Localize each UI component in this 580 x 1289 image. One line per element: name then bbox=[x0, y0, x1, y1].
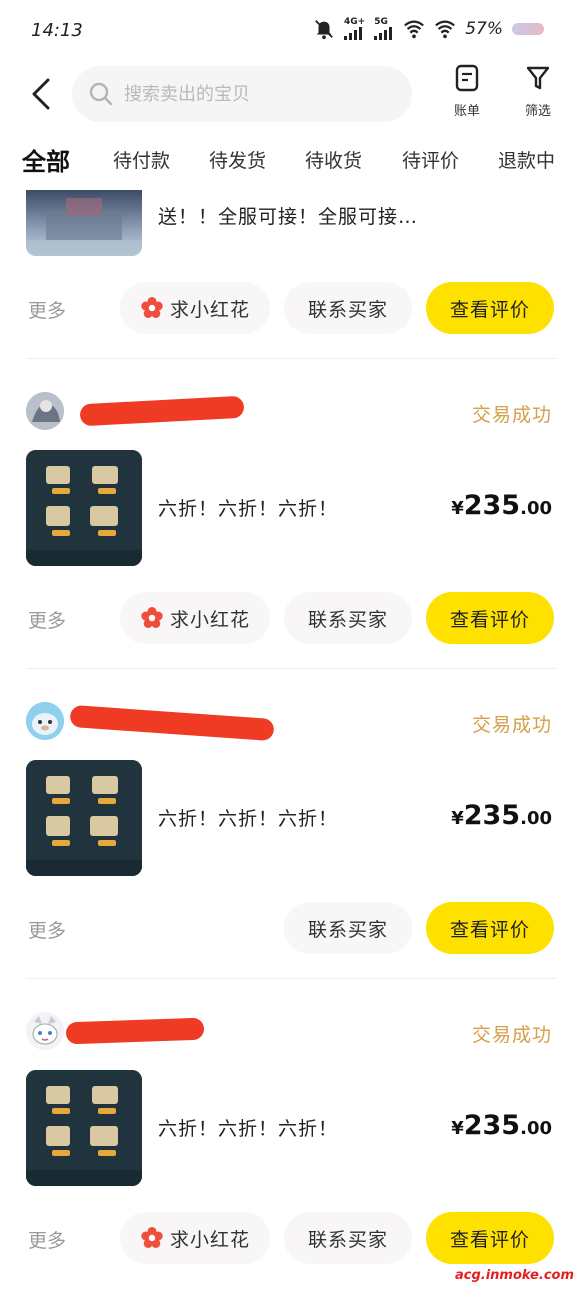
product-title[interactable]: 六折！六折！六折！ bbox=[158, 804, 338, 831]
bill-icon bbox=[455, 64, 479, 92]
product-title[interactable]: 六折！六折！六折！ bbox=[158, 1114, 338, 1141]
net-5g-label: 5G bbox=[374, 17, 388, 27]
flower-icon bbox=[141, 607, 163, 628]
signal-5g-icon: 5G bbox=[374, 18, 394, 40]
tab-pending-shipment[interactable]: 待发货 bbox=[209, 146, 266, 173]
tab-all[interactable]: 全部 bbox=[20, 142, 70, 177]
product-thumbnail[interactable] bbox=[26, 1070, 142, 1186]
contact-buyer-button[interactable]: 联系买家 bbox=[284, 282, 412, 334]
bill-label: 账单 bbox=[453, 104, 480, 119]
tab-refunding[interactable]: 退款中 bbox=[498, 146, 555, 173]
order-status: 交易成功 bbox=[471, 1024, 552, 1046]
tab-pending-receipt[interactable]: 待收货 bbox=[305, 146, 362, 173]
price-symbol: ¥ bbox=[451, 1118, 464, 1139]
redaction-mark bbox=[65, 1017, 205, 1045]
view-review-button[interactable]: 查看评价 bbox=[426, 1212, 554, 1264]
back-icon[interactable] bbox=[26, 76, 58, 112]
divider bbox=[26, 668, 556, 669]
product-title[interactable]: 六折！六折！六折！ bbox=[158, 494, 338, 521]
order-price: ¥235.00 bbox=[451, 490, 552, 521]
order-tabs: 全部 待付款 待发货 待收货 待评价 退款中 bbox=[0, 140, 580, 188]
avatar[interactable] bbox=[26, 392, 64, 430]
mute-bell-icon bbox=[315, 20, 333, 40]
contact-buyer-button[interactable]: 联系买家 bbox=[284, 592, 412, 644]
product-thumbnail[interactable] bbox=[26, 190, 142, 256]
divider bbox=[26, 358, 556, 359]
product-thumbnail[interactable] bbox=[26, 760, 142, 876]
redaction-mark bbox=[79, 395, 245, 427]
contact-buyer-button[interactable]: 联系买家 bbox=[284, 902, 412, 954]
price-decimal: .00 bbox=[520, 498, 552, 519]
product-title[interactable]: 送！！全服可接！全服可接… bbox=[158, 202, 418, 229]
search-bar[interactable] bbox=[72, 66, 412, 122]
ask-flower-label: 求小红花 bbox=[169, 1228, 250, 1251]
ask-flower-label: 求小红花 bbox=[169, 298, 250, 321]
divider bbox=[26, 978, 556, 979]
price-integer: 235 bbox=[463, 800, 521, 831]
view-review-button[interactable]: 查看评价 bbox=[426, 902, 554, 954]
more-button[interactable]: 更多 bbox=[28, 606, 66, 633]
ask-flower-label: 求小红花 bbox=[169, 608, 250, 631]
net-4g-label: 4G+ bbox=[344, 17, 366, 27]
price-symbol: ¥ bbox=[451, 498, 464, 519]
bill-button[interactable]: 账单 bbox=[442, 64, 492, 119]
order-price: ¥235.00 bbox=[451, 1110, 552, 1141]
price-integer: 235 bbox=[463, 490, 521, 521]
avatar[interactable] bbox=[26, 1012, 64, 1050]
order-status: 交易成功 bbox=[471, 714, 552, 736]
search-icon bbox=[89, 82, 113, 106]
filter-icon bbox=[526, 66, 550, 90]
ask-flower-button[interactable]: 求小红花 bbox=[120, 592, 270, 644]
wifi-icon bbox=[404, 20, 425, 39]
more-button[interactable]: 更多 bbox=[28, 296, 66, 323]
status-bar: 14:13 4G+ 5G 57% bbox=[0, 0, 580, 62]
search-input[interactable] bbox=[124, 83, 384, 105]
status-time: 14:13 bbox=[31, 20, 83, 41]
battery-icon bbox=[512, 23, 544, 35]
redaction-mark bbox=[69, 704, 275, 742]
contact-buyer-button[interactable]: 联系买家 bbox=[284, 1212, 412, 1264]
view-review-button[interactable]: 查看评价 bbox=[426, 282, 554, 334]
filter-button[interactable]: 筛选 bbox=[513, 64, 563, 119]
price-decimal: .00 bbox=[520, 1118, 552, 1139]
battery-percent: 57% bbox=[465, 19, 503, 39]
price-decimal: .00 bbox=[520, 808, 552, 829]
tab-pending-review[interactable]: 待评价 bbox=[402, 146, 459, 173]
tab-pending-payment[interactable]: 待付款 bbox=[113, 146, 170, 173]
product-thumbnail[interactable] bbox=[26, 450, 142, 566]
avatar[interactable] bbox=[26, 702, 64, 740]
price-integer: 235 bbox=[463, 1110, 521, 1141]
header: 账单 筛选 bbox=[0, 62, 580, 126]
filter-label: 筛选 bbox=[524, 104, 551, 119]
more-button[interactable]: 更多 bbox=[28, 916, 66, 943]
status-icons: 4G+ 5G 57% bbox=[313, 18, 544, 40]
ask-flower-button[interactable]: 求小红花 bbox=[120, 1212, 270, 1264]
signal-4g-icon: 4G+ bbox=[344, 18, 365, 40]
order-status: 交易成功 bbox=[471, 404, 552, 426]
more-button[interactable]: 更多 bbox=[28, 1226, 66, 1253]
watermark: acg.inmoke.com bbox=[454, 1268, 574, 1283]
price-symbol: ¥ bbox=[451, 808, 464, 829]
wifi-icon-2 bbox=[435, 20, 456, 39]
ask-flower-button[interactable]: 求小红花 bbox=[120, 282, 270, 334]
order-price: ¥235.00 bbox=[451, 800, 552, 831]
flower-icon bbox=[141, 1227, 163, 1248]
flower-icon bbox=[141, 297, 163, 318]
view-review-button[interactable]: 查看评价 bbox=[426, 592, 554, 644]
